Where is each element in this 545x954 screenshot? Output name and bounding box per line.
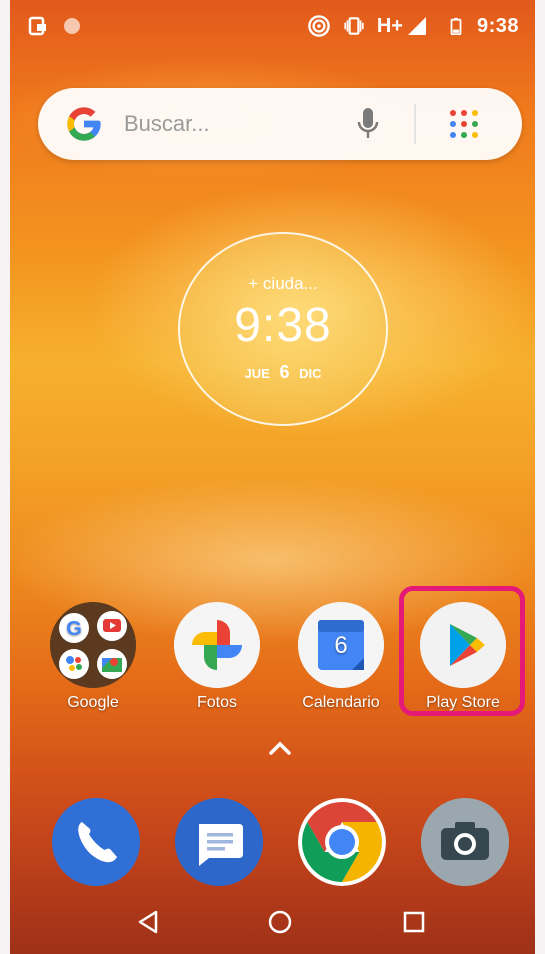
dock-chrome[interactable] — [298, 798, 386, 886]
network-type: H+ — [376, 14, 403, 37]
svg-text:G: G — [66, 618, 82, 640]
app-grid-icon[interactable] — [448, 108, 480, 140]
camera-icon — [421, 798, 509, 886]
notification-dot-icon — [64, 18, 80, 34]
chevron-up-icon[interactable] — [268, 740, 292, 756]
screenshot-notification-icon — [28, 16, 46, 36]
search-input[interactable]: Buscar... — [124, 111, 210, 137]
phone-icon — [52, 798, 140, 886]
calendar-icon: 6 — [298, 602, 384, 688]
status-time: 9:38 — [476, 14, 519, 37]
app-label-calendario: Calendario — [302, 694, 380, 711]
home-icon[interactable] — [266, 908, 294, 936]
chrome-icon — [298, 798, 386, 886]
clock-city: + ciuda... — [248, 274, 318, 293]
clock-time: 9:38 — [234, 299, 332, 352]
microphone-icon[interactable] — [356, 106, 380, 142]
google-folder-icon: G — [50, 602, 136, 688]
search-divider — [414, 104, 416, 144]
google-search-bar[interactable]: Buscar... — [38, 88, 522, 160]
app-label-fotos: Fotos — [196, 694, 237, 711]
battery-icon — [450, 17, 462, 35]
back-icon[interactable] — [134, 908, 162, 936]
clock-date: JUE 6 DIC — [180, 362, 386, 383]
home-screen: H+ 9:38 Buscar... + ciuda... 9:38 JUE 6 … — [10, 0, 535, 954]
dock-phone[interactable] — [52, 798, 140, 886]
recents-icon[interactable] — [400, 908, 428, 936]
calendar-date-badge: 6 — [334, 632, 348, 659]
vibrate-icon — [344, 17, 364, 35]
play-store-highlight-box — [399, 586, 525, 716]
signal-icon — [407, 17, 426, 35]
dock-camera[interactable] — [421, 798, 509, 886]
clock-widget[interactable]: + ciuda... 9:38 JUE 6 DIC — [178, 232, 388, 426]
google-g-icon — [67, 107, 101, 141]
app-google[interactable]: G Google — [38, 602, 148, 712]
app-calendario[interactable]: 6 Calendario — [286, 602, 396, 712]
photos-pinwheel-icon — [174, 602, 260, 688]
navigation-bar — [10, 890, 535, 954]
app-label-google: Google — [67, 694, 119, 711]
hotspot-icon — [308, 15, 330, 37]
clock-weekday: JUE — [244, 366, 270, 381]
dock-messages[interactable] — [175, 798, 263, 886]
clock-day: 6 — [279, 362, 290, 382]
status-bar: H+ 9:38 — [10, 0, 535, 58]
app-fotos[interactable]: Fotos — [162, 602, 272, 712]
clock-month: DIC — [299, 366, 322, 381]
messages-icon — [175, 798, 263, 886]
